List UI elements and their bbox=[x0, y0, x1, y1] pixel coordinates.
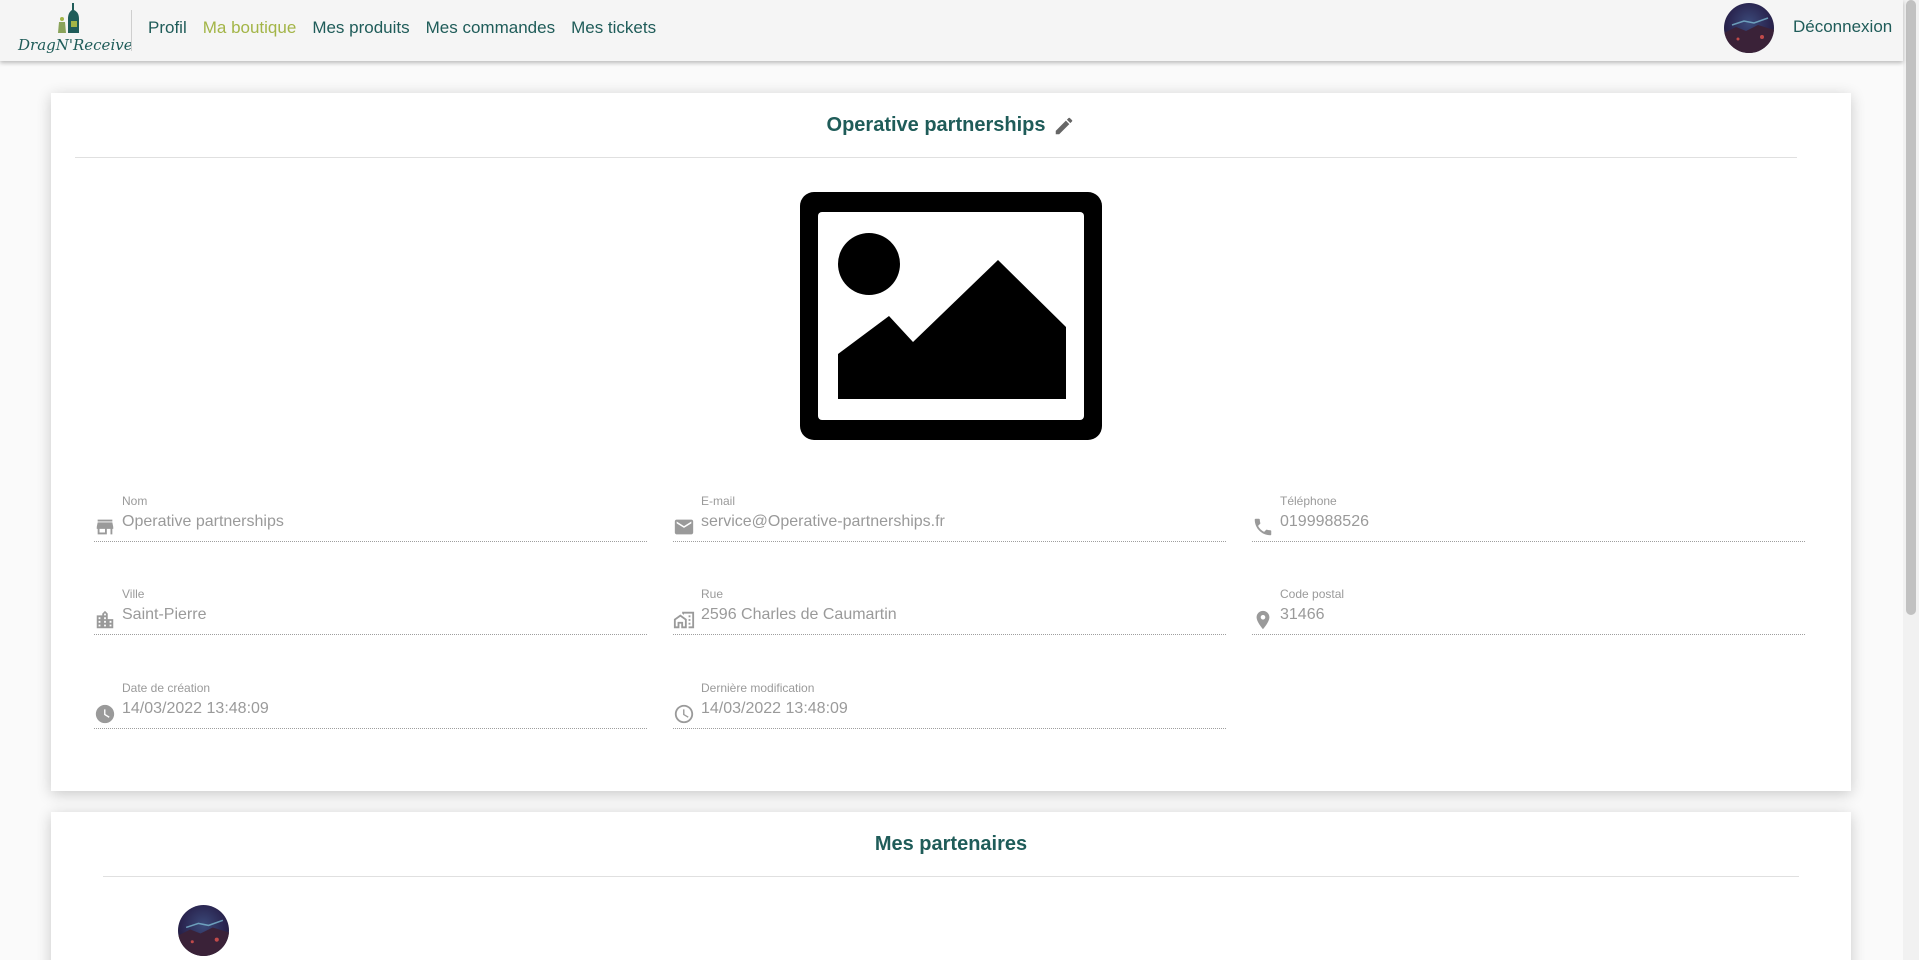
bottles-logo-icon bbox=[58, 3, 79, 33]
field-value: 0199988526 bbox=[1280, 513, 1369, 530]
field-label: Nom bbox=[122, 494, 148, 508]
field-date-creation[interactable]: Date de création 14/03/2022 13:48:09 bbox=[94, 681, 647, 729]
field-nom[interactable]: Nom Operative partnerships bbox=[94, 494, 647, 542]
logout-link[interactable]: Déconnexion bbox=[1793, 17, 1892, 37]
nav-item-ma-boutique[interactable]: Ma boutique bbox=[203, 18, 297, 38]
field-label: Rue bbox=[701, 587, 724, 601]
field-value: Operative partnerships bbox=[122, 513, 284, 530]
avatar-image bbox=[1724, 3, 1774, 53]
field-label: Dernière modification bbox=[701, 681, 815, 695]
location-pin-icon bbox=[1256, 610, 1270, 630]
partner-avatar-image bbox=[178, 905, 229, 956]
main-nav: Profil Ma boutique Mes produits Mes comm… bbox=[148, 0, 656, 56]
scrollbar-thumb[interactable] bbox=[1906, 0, 1916, 615]
shop-details-card: Operative partnerships Nom Operative par… bbox=[51, 93, 1851, 791]
field-ville[interactable]: Ville Saint-Pierre bbox=[94, 587, 647, 635]
field-label: Téléphone bbox=[1280, 494, 1337, 508]
field-email[interactable]: E-mail service@Operative-partnerships.fr bbox=[673, 494, 1226, 542]
field-label: Date de création bbox=[122, 681, 211, 695]
edit-pencil-icon[interactable] bbox=[1053, 115, 1075, 137]
page-scrollbar[interactable] bbox=[1903, 0, 1919, 960]
field-value: 14/03/2022 13:48:09 bbox=[122, 700, 269, 717]
field-value: 31466 bbox=[1280, 606, 1325, 623]
user-avatar[interactable] bbox=[1724, 3, 1774, 53]
field-code-postal[interactable]: Code postal 31466 bbox=[1252, 587, 1805, 635]
app-logo[interactable]: DragN'Receive bbox=[14, 0, 133, 61]
phone-icon bbox=[1254, 518, 1272, 536]
street-icon bbox=[673, 611, 695, 629]
shop-title-row: Operative partnerships bbox=[51, 113, 1851, 137]
field-telephone[interactable]: Téléphone 0199988526 bbox=[1252, 494, 1805, 542]
partners-title: Mes partenaires bbox=[874, 833, 1028, 855]
field-value: 2596 Charles de Caumartin bbox=[701, 606, 897, 623]
title-divider bbox=[75, 157, 1797, 158]
field-label: Code postal bbox=[1280, 587, 1345, 601]
nav-item-mes-commandes[interactable]: Mes commandes bbox=[426, 18, 555, 38]
image-placeholder-icon bbox=[800, 192, 1102, 440]
top-navigation-bar: DragN'Receive Profil Ma boutique Mes pro… bbox=[0, 0, 1903, 61]
city-icon bbox=[96, 610, 114, 629]
partner-avatar[interactable] bbox=[178, 905, 229, 956]
nav-item-profil[interactable]: Profil bbox=[148, 18, 187, 38]
shop-title: Operative partnerships bbox=[826, 113, 1046, 136]
field-rue[interactable]: Rue 2596 Charles de Caumartin bbox=[673, 587, 1226, 635]
field-value: service@Operative-partnerships.fr bbox=[701, 513, 945, 530]
field-label: Ville bbox=[122, 587, 145, 601]
store-icon bbox=[96, 519, 114, 535]
clock-outline-icon bbox=[674, 704, 694, 724]
clock-filled-icon bbox=[95, 704, 115, 724]
partners-divider bbox=[103, 876, 1799, 877]
nav-item-mes-produits[interactable]: Mes produits bbox=[312, 18, 409, 38]
partners-card: Mes partenaires bbox=[51, 812, 1851, 960]
nav-divider bbox=[131, 10, 132, 51]
logo-text: DragN'Receive bbox=[18, 36, 133, 54]
nav-item-mes-tickets[interactable]: Mes tickets bbox=[571, 18, 656, 38]
mail-icon bbox=[674, 519, 694, 535]
field-label: E-mail bbox=[701, 494, 736, 508]
field-value: 14/03/2022 13:48:09 bbox=[701, 700, 848, 717]
field-value: Saint-Pierre bbox=[122, 606, 207, 623]
field-derniere-modification[interactable]: Dernière modification 14/03/2022 13:48:0… bbox=[673, 681, 1226, 729]
